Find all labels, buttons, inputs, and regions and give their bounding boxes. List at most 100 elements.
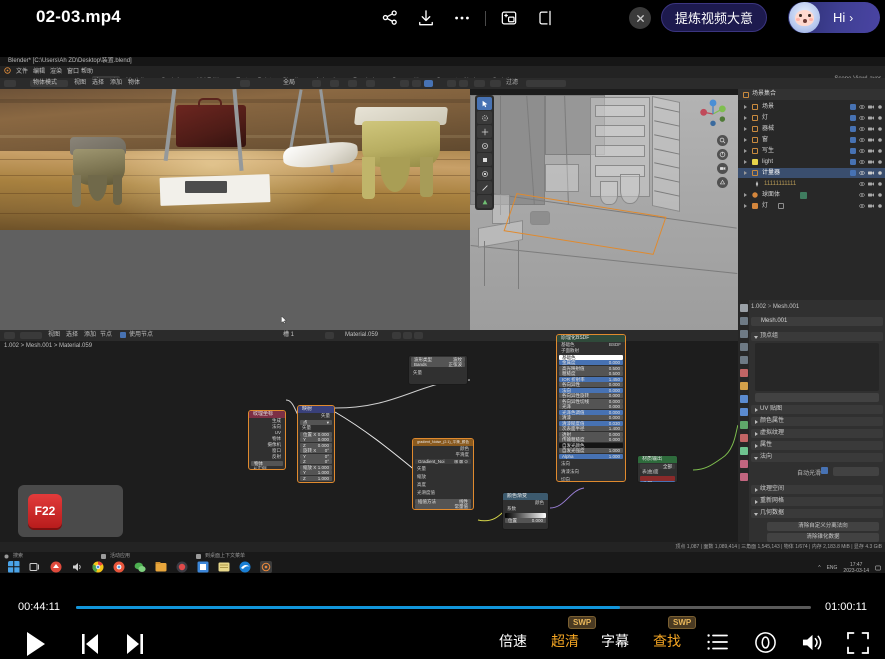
outliner-panel[interactable]: 场景集合 场景 灯 器械 窗 [738,89,885,300]
taskbar-label-apps[interactable]: 活动应用 [110,552,130,561]
section-color-attributes[interactable]: 颜色属性 [751,417,883,426]
menu-add[interactable]: 添加 [110,78,122,89]
wechat-icon[interactable] [134,561,146,573]
task-view-icon[interactable] [29,561,41,573]
auto-smooth-checkbox[interactable] [821,467,828,474]
object-mode-label[interactable]: 物体模式 [33,78,57,89]
windows-taskbar[interactable]: 搜索 活动应用 到桌面上下文菜单 [0,552,885,573]
outliner-item-window[interactable]: 窗 [738,135,885,145]
browser-icon[interactable] [113,561,125,573]
taskbar-label-search[interactable]: 搜索 [13,552,23,561]
notification-icon[interactable] [875,565,881,571]
fullscreen-icon[interactable] [847,632,869,659]
tray-language[interactable]: ENG [827,565,838,571]
clear-sculpt-data-button[interactable]: 清除锥化数据 [767,533,879,542]
perspective-gizmo-icon[interactable] [717,177,728,188]
tab-constraints-icon[interactable] [740,434,748,442]
section-virtual-texture[interactable]: 虚拟纹理 [751,429,883,438]
shader-menu-node[interactable]: 节点 [100,330,112,341]
menu-view[interactable]: 视图 [74,78,86,89]
menu-file[interactable]: 文件 [16,67,28,77]
search-button[interactable]: 查找 [653,631,681,651]
subtitle-button[interactable]: 字幕 [601,631,629,651]
close-icon[interactable] [629,7,651,29]
notes-icon[interactable] [218,561,230,573]
tab-render-icon[interactable] [740,317,748,325]
outliner-item-light-collection[interactable]: 灯 [738,113,885,123]
taskbar-label-desktop[interactable]: 到桌面上下文菜单 [205,552,245,561]
progress-track[interactable] [76,606,811,609]
record-icon[interactable] [754,631,777,659]
breadcrumb-data[interactable]: Mesh.001 [773,304,799,310]
shader-menu-add[interactable]: 添加 [84,330,96,341]
vertex-group-list[interactable] [755,343,879,391]
clear-custom-split-normals-button[interactable]: 清除自定义分离法向 [767,522,879,531]
section-normals[interactable]: 法向 [751,453,883,462]
node-color-ramp[interactable]: 颜色渐变 颜色 系数 位置0.000 [502,492,549,530]
auto-smooth-angle-field[interactable] [833,467,879,476]
vertex-group-actions[interactable] [755,393,879,402]
menu-render[interactable]: 渲染 [50,67,62,77]
app-red-icon[interactable] [50,561,62,573]
outliner-item-sketch[interactable]: 写生 [738,146,885,156]
outliner-item-light[interactable]: light [738,157,885,167]
node-material-output[interactable]: 材质输出 全部 表(曲)面 体积0.000 置换 [637,455,678,483]
quality-button[interactable]: 超清 [551,631,579,651]
blender-logo-icon[interactable] [4,67,12,78]
cursor-tool[interactable] [477,111,492,124]
user-avatar-button[interactable]: Hi › [788,2,880,33]
outliner-item-lamp[interactable]: 灯 [738,201,885,211]
properties-panel[interactable]: 1.002 > Mesh.001 Mesh.001 顶点组 UV 贴图 颜色属性 [738,300,885,573]
previous-frame-button[interactable] [80,633,100,659]
tab-world-icon[interactable] [740,369,748,377]
edge-icon[interactable] [239,561,251,573]
tab-viewlayer-icon[interactable] [740,343,748,351]
tab-physics-icon[interactable] [740,421,748,429]
next-frame-button[interactable] [125,633,145,659]
download-icon[interactable] [408,0,444,36]
use-nodes-checkbox[interactable] [120,332,126,338]
outliner-item-sphere[interactable]: 球面体 [738,190,885,200]
speed-button[interactable]: 倍速 [499,631,527,651]
outliner-item-armature[interactable]: 11111111111 [738,179,885,189]
node-mapping[interactable]: 映射 矢量 点▾ 矢量 位置 X0.000 Y0.000 Z0.000 旋转 X… [297,405,335,483]
tray-chevron-icon[interactable]: ^ [818,565,820,571]
section-attributes[interactable]: 属性 [751,441,883,450]
section-texture-space[interactable]: 纹理空间 [751,485,883,494]
outliner-item-scene[interactable]: 场景 [738,102,885,112]
breadcrumb-object[interactable]: 1.002 [751,304,766,310]
material-name-field[interactable]: Material.059 [345,330,378,341]
menu-window[interactable]: 窗口 [67,67,79,77]
tab-object-icon[interactable] [740,382,748,390]
camera-gizmo-icon[interactable] [717,163,728,174]
tab-scene-icon[interactable] [740,356,748,364]
node-wave-texture[interactable]: 波形类型波纹 Bands正弦波 矢量 [408,355,468,385]
video-stage[interactable]: Blender* [C:\Users\Ah ZD\Desktop\装置.blen… [0,57,885,573]
blue-app-icon[interactable] [197,561,209,573]
tab-tool-icon[interactable] [740,304,748,312]
picture-in-picture-icon[interactable] [491,0,527,36]
measure-tool[interactable] [477,195,492,208]
chrome-icon[interactable] [92,561,104,573]
tab-texture-icon[interactable] [740,473,748,481]
menu-select[interactable]: 选择 [92,78,104,89]
start-icon[interactable] [8,561,20,573]
pan-gizmo-icon[interactable] [717,149,728,160]
menu-object[interactable]: 物体 [128,78,140,89]
section-vertex-groups[interactable]: 顶点组 [751,332,883,341]
qq-icon[interactable] [176,561,188,573]
playlist-icon[interactable] [707,633,729,656]
tab-material-icon[interactable] [740,460,748,468]
more-options-icon[interactable] [444,0,480,36]
zoom-gizmo-icon[interactable] [717,135,728,146]
outliner-item-machine[interactable]: 器械 [738,124,885,134]
node-gradient-noise-group[interactable]: gradient_Noise_(2.1)_平滑_颜色 颜色 平滑度 Gradie… [412,438,474,510]
shader-menu-select[interactable]: 选择 [66,330,78,341]
outliner-item-meter[interactable]: 计量器 [738,168,885,178]
datablock-name-field[interactable]: Mesh.001 [751,317,883,326]
folder-icon[interactable] [155,561,167,573]
shader-menu-view[interactable]: 视图 [48,330,60,341]
scale-tool[interactable] [477,153,492,166]
transform-orientation-label[interactable]: 全局 [283,78,295,89]
ai-summary-button[interactable]: 提炼视频大意 [661,3,767,32]
